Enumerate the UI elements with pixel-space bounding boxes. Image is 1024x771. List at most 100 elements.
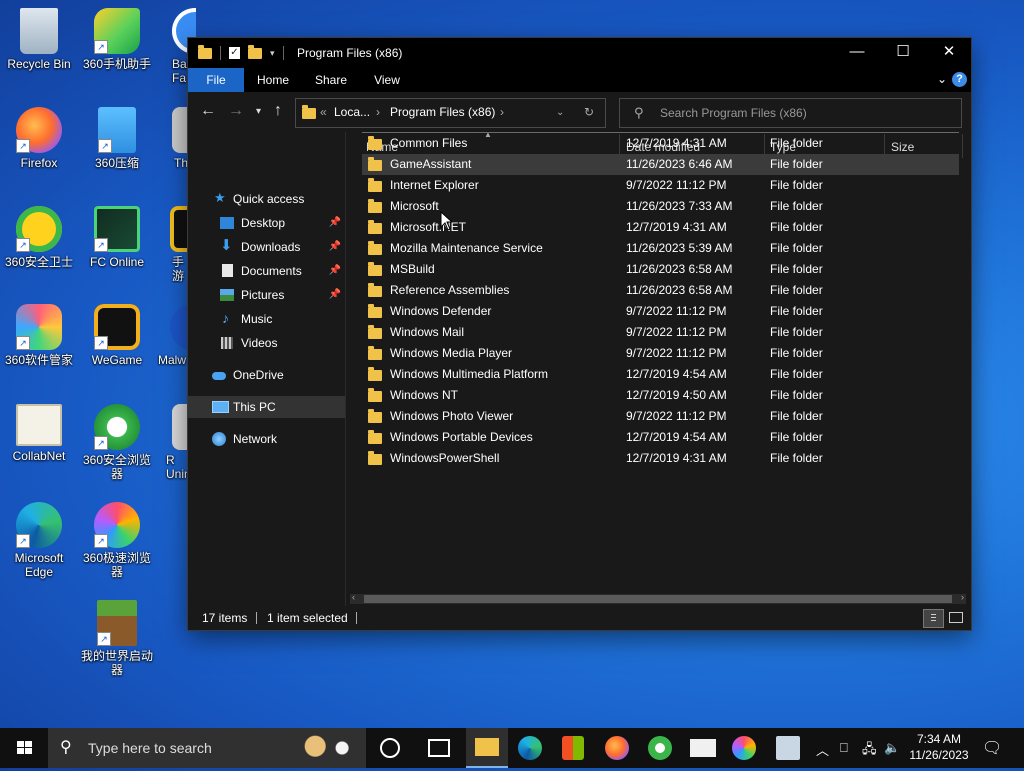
table-row[interactable]: Windows NT 12/7/2019 4:50 AM File folder bbox=[362, 385, 959, 406]
360-browser-icon: ↗ bbox=[94, 404, 140, 450]
desktop-icon-malware[interactable]: Malw bbox=[156, 304, 188, 367]
large-icons-view-button[interactable] bbox=[946, 609, 965, 626]
recent-locations-icon[interactable]: ▾ bbox=[256, 106, 261, 117]
microsoft-store-icon[interactable] bbox=[562, 736, 584, 760]
desktop-icon-fc-online[interactable]: ↗ FC Online bbox=[78, 206, 156, 269]
nav-desktop[interactable]: Desktop 📌 bbox=[188, 212, 345, 234]
table-row[interactable]: Windows Portable Devices 12/7/2019 4:54 A… bbox=[362, 427, 959, 448]
customize-toolbar-icon[interactable]: ▾ bbox=[270, 48, 275, 59]
desktop-icon-360-zip[interactable]: ↗ 360压缩 bbox=[78, 107, 156, 170]
desktop-icon-360-browser[interactable]: ↗ 360安全浏览器 bbox=[78, 404, 156, 481]
back-arrow-icon[interactable]: ← bbox=[200, 102, 216, 120]
taskbar-search-box[interactable]: ⚲ Type here to search bbox=[48, 728, 366, 768]
minimize-button[interactable]: — bbox=[834, 38, 880, 68]
table-row[interactable]: Common Files 12/7/2019 4:31 AM File folder bbox=[362, 133, 959, 154]
device-icon[interactable]: ⎕ bbox=[840, 740, 848, 756]
column-divider[interactable] bbox=[962, 134, 963, 158]
desktop-icon-edge[interactable]: ↗ Microsoft Edge bbox=[0, 502, 78, 579]
table-row[interactable]: Windows Mail 9/7/2022 11:12 PM File folder bbox=[362, 322, 959, 343]
notification-center-icon[interactable]: 🗨 bbox=[982, 738, 1002, 758]
title-bar[interactable]: ✓ ▾ Program Files (x86) — ☐ ✕ bbox=[188, 38, 971, 68]
firefox-taskbar-icon[interactable] bbox=[605, 736, 629, 760]
desktop-icon-minecraft[interactable]: ↗ 我的世界启动器 bbox=[78, 600, 156, 677]
system-clock[interactable]: 7:34 AM 11/26/2023 bbox=[904, 731, 974, 763]
close-button[interactable]: ✕ bbox=[926, 38, 972, 68]
desktop-icon-360-safe[interactable]: ↗ 360安全卫士 bbox=[0, 206, 78, 269]
tab-view[interactable]: View bbox=[362, 68, 412, 92]
desktop-icon-360-speed[interactable]: ↗ 360极速浏览器 bbox=[78, 502, 156, 579]
nav-pictures[interactable]: Pictures 📌 bbox=[188, 284, 345, 306]
tab-share[interactable]: Share bbox=[306, 68, 356, 92]
volume-muted-icon[interactable]: 🔈 bbox=[884, 740, 900, 756]
details-view-button[interactable] bbox=[923, 609, 944, 628]
start-button[interactable] bbox=[0, 728, 48, 768]
table-row[interactable]: Mozilla Maintenance Service 11/26/2023 5:… bbox=[362, 238, 959, 259]
new-folder-icon[interactable] bbox=[248, 44, 262, 59]
desktop-icon-360-software[interactable]: ↗ 360软件管家 bbox=[0, 304, 78, 367]
table-row[interactable]: GameAssistant 11/26/2023 6:46 AM File fold… bbox=[362, 154, 959, 175]
expand-ribbon-icon[interactable]: ⌄ bbox=[937, 72, 947, 86]
nav-network[interactable]: Network bbox=[188, 428, 345, 450]
scroll-right-icon[interactable]: › bbox=[961, 592, 964, 602]
table-row[interactable]: Windows Media Player 9/7/2022 11:12 PM Fil… bbox=[362, 343, 959, 364]
360-browser-taskbar-icon[interactable] bbox=[648, 736, 672, 760]
cortana-icon[interactable] bbox=[380, 738, 400, 758]
desktop-icon-recycle-bin[interactable]: Recycle Bin bbox=[0, 8, 78, 71]
address-bar[interactable]: « Loca... › Program Files (x86) › ⌄ ↻ bbox=[295, 98, 606, 128]
mail-icon[interactable] bbox=[690, 739, 716, 757]
breadcrumb-separator-icon[interactable]: › bbox=[500, 105, 504, 119]
breadcrumb-separator-icon[interactable]: › bbox=[376, 105, 380, 119]
task-view-icon[interactable] bbox=[428, 739, 450, 757]
nav-documents[interactable]: Documents 📌 bbox=[188, 260, 345, 282]
table-row[interactable]: MSBuild 11/26/2023 6:58 AM File folder bbox=[362, 259, 959, 280]
nav-onedrive[interactable]: OneDrive bbox=[188, 364, 345, 386]
show-hidden-icons-chevron-icon[interactable]: ︿ bbox=[816, 740, 829, 759]
folder-icon bbox=[368, 325, 382, 339]
nav-this-pc[interactable]: This PC bbox=[188, 396, 345, 418]
pin-icon[interactable]: 📌 bbox=[329, 284, 341, 306]
desktop-icon-collabnet[interactable]: CollabNet bbox=[0, 404, 78, 463]
tab-home[interactable]: Home bbox=[248, 68, 298, 92]
forward-arrow-icon[interactable]: → bbox=[228, 102, 244, 120]
breadcrumb-local-disk[interactable]: Loca... bbox=[334, 105, 370, 119]
address-dropdown-icon[interactable]: ⌄ bbox=[556, 107, 564, 118]
nav-videos[interactable]: Videos bbox=[188, 332, 345, 354]
360-speed-taskbar-icon[interactable] bbox=[732, 736, 756, 760]
overflow-chevron-icon[interactable]: « bbox=[320, 105, 327, 119]
nav-music[interactable]: ♪ Music bbox=[188, 308, 345, 330]
maximize-button[interactable]: ☐ bbox=[880, 38, 926, 68]
taskbar: ⚲ Type here to search ︿ ⎕ 🖧 🔈 7:34 AM 11… bbox=[0, 728, 1024, 768]
breadcrumb-program-files[interactable]: Program Files (x86) bbox=[390, 105, 495, 119]
search-box[interactable]: ⚲ Search Program Files (x86) bbox=[619, 98, 962, 128]
network-tray-icon[interactable]: 🖧 bbox=[862, 740, 877, 762]
edge-taskbar-icon[interactable] bbox=[518, 736, 542, 760]
table-row[interactable]: Windows Photo Viewer 9/7/2022 11:12 PM Fil… bbox=[362, 406, 959, 427]
desktop-icon-uninstaller[interactable]: R Unin bbox=[156, 404, 188, 481]
horizontal-scrollbar[interactable]: ‹ › bbox=[350, 592, 966, 604]
help-icon[interactable]: ? bbox=[952, 72, 967, 87]
table-row[interactable]: Reference Assemblies 11/26/2023 6:58 AM Fi… bbox=[362, 280, 959, 301]
table-row[interactable]: Windows Defender 9/7/2022 11:12 PM File fo… bbox=[362, 301, 959, 322]
pin-icon[interactable]: 📌 bbox=[329, 236, 341, 258]
shortcut-arrow-icon: ↗ bbox=[98, 139, 112, 153]
pin-icon[interactable]: 📌 bbox=[329, 260, 341, 282]
control-panel-icon[interactable] bbox=[776, 736, 800, 760]
table-row[interactable]: WindowsPowerShell 12/7/2019 4:31 AM File f… bbox=[362, 448, 959, 469]
scroll-left-icon[interactable]: ‹ bbox=[352, 592, 355, 602]
desktop-icon-firefox[interactable]: ↗ Firefox bbox=[0, 107, 78, 170]
nav-downloads[interactable]: ⬇ Downloads 📌 bbox=[188, 236, 345, 258]
desktop-icon-360-phone[interactable]: ↗ 360手机助手 bbox=[78, 8, 156, 71]
properties-icon[interactable]: ✓ bbox=[229, 47, 240, 59]
refresh-icon[interactable]: ↻ bbox=[584, 105, 594, 119]
pin-icon[interactable]: 📌 bbox=[329, 212, 341, 234]
desktop-icon-wegame[interactable]: ↗ WeGame bbox=[78, 304, 156, 367]
desktop-icon-mobile-game[interactable]: 手游 bbox=[156, 206, 188, 283]
taskbar-file-explorer[interactable] bbox=[466, 728, 508, 768]
desktop-icon-th[interactable]: Th bbox=[156, 107, 188, 170]
table-row[interactable]: Internet Explorer 9/7/2022 11:12 PM File f… bbox=[362, 175, 959, 196]
table-row[interactable]: Windows Multimedia Platform 12/7/2019 4:5… bbox=[362, 364, 959, 385]
nav-quick-access[interactable]: ★ Quick access bbox=[188, 188, 345, 210]
up-arrow-icon[interactable]: ↑ bbox=[274, 102, 282, 120]
tab-file[interactable]: File bbox=[188, 68, 244, 92]
scrollbar-thumb[interactable] bbox=[364, 595, 952, 603]
